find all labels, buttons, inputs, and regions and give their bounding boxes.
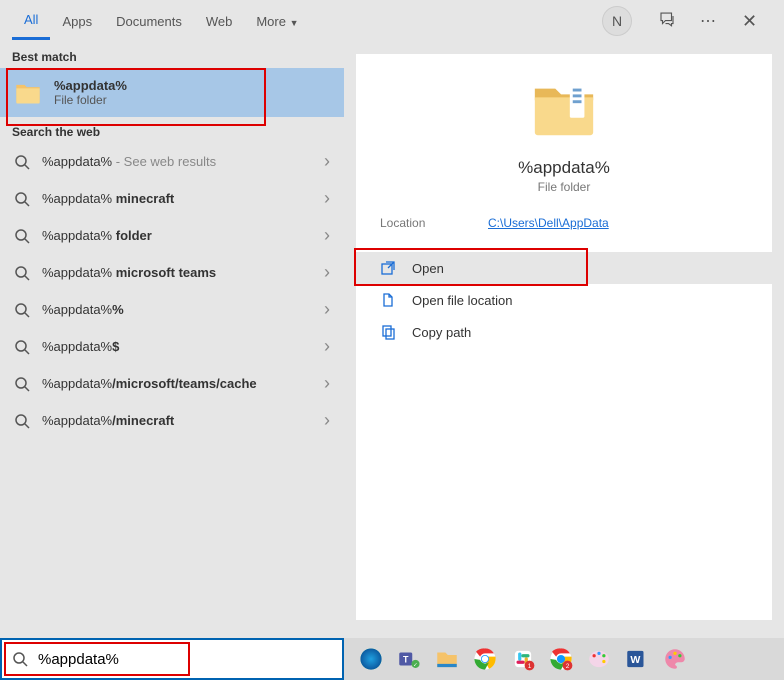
action-copy-path-label: Copy path (412, 325, 471, 340)
web-result-text: %appdata% minecraft (42, 191, 312, 206)
search-web-header: Search the web (0, 117, 344, 143)
action-copy-path[interactable]: Copy path (356, 316, 772, 348)
best-match-text: %appdata% File folder (54, 78, 127, 107)
search-input[interactable] (38, 651, 332, 668)
folder-icon-large (525, 74, 603, 144)
tab-web[interactable]: Web (194, 4, 245, 39)
web-result-5[interactable]: %appdata%$ › (0, 328, 344, 365)
tab-all[interactable]: All (12, 2, 50, 40)
svg-text:1: 1 (528, 663, 532, 670)
feedback-icon[interactable] (658, 10, 676, 33)
chevron-right-icon: › (324, 188, 330, 209)
tab-apps[interactable]: Apps (50, 4, 104, 39)
search-icon (14, 413, 30, 429)
word-icon[interactable]: W (622, 644, 652, 674)
preview-hero: %appdata% File folder (356, 54, 772, 194)
web-result-1[interactable]: %appdata% minecraft › (0, 180, 344, 217)
web-result-text: %appdata%$ (42, 339, 312, 354)
web-result-text: %appdata%/microsoft/teams/cache (42, 376, 312, 391)
chevron-down-icon: ▼ (290, 18, 299, 28)
action-open[interactable]: Open (356, 252, 772, 284)
best-match-title: %appdata% (54, 78, 127, 93)
web-result-2[interactable]: %appdata% folder › (0, 217, 344, 254)
web-result-7[interactable]: %appdata%/minecraft › (0, 402, 344, 439)
action-open-location[interactable]: Open file location (356, 284, 772, 316)
file-location-icon (380, 292, 396, 308)
best-match-result[interactable]: %appdata% File folder (0, 68, 344, 117)
more-icon[interactable]: ⋯ (700, 11, 718, 31)
main-content: Best match %appdata% File folder Search … (0, 42, 784, 624)
web-result-0[interactable]: %appdata% - See web results › (0, 143, 344, 180)
open-icon (380, 260, 396, 276)
chrome-notification-icon[interactable]: 2 (546, 644, 576, 674)
web-results-list: %appdata% - See web results›%appdata% mi… (0, 143, 344, 439)
taskbar: T✓ 1 2 W (0, 638, 784, 680)
best-match-subtitle: File folder (54, 93, 127, 107)
slack-icon[interactable]: 1 (508, 644, 538, 674)
tab-more[interactable]: More ▼ (244, 4, 310, 39)
chevron-right-icon: › (324, 262, 330, 283)
web-result-text: %appdata% microsoft teams (42, 265, 312, 280)
svg-text:W: W (630, 654, 640, 666)
paint-icon[interactable] (584, 644, 614, 674)
search-icon (14, 339, 30, 355)
taskbar-icons: T✓ 1 2 W (344, 638, 784, 680)
results-pane: Best match %appdata% File folder Search … (0, 42, 344, 624)
edge-icon[interactable] (356, 644, 386, 674)
tabs-row: All Apps Documents Web More ▼ N ⋯ ✕ (0, 0, 784, 42)
web-result-text: %appdata%/minecraft (42, 413, 312, 428)
preview-subtitle: File folder (538, 180, 591, 194)
web-result-6[interactable]: %appdata%/microsoft/teams/cache › (0, 365, 344, 402)
web-result-text: %appdata%% (42, 302, 312, 317)
folder-icon (14, 79, 42, 107)
search-icon (14, 376, 30, 392)
user-avatar[interactable]: N (602, 6, 632, 36)
location-value[interactable]: C:\Users\Dell\AppData (488, 216, 609, 230)
chevron-right-icon: › (324, 373, 330, 394)
best-match-header: Best match (0, 42, 344, 68)
preview-title: %appdata% (518, 158, 610, 178)
preview-pane: %appdata% File folder Location C:\Users\… (356, 54, 772, 620)
chevron-right-icon: › (324, 336, 330, 357)
svg-text:✓: ✓ (413, 662, 418, 668)
web-result-text: %appdata% folder (42, 228, 312, 243)
search-icon (14, 191, 30, 207)
search-box[interactable] (0, 638, 344, 680)
search-icon (14, 228, 30, 244)
web-result-4[interactable]: %appdata%% › (0, 291, 344, 328)
chevron-right-icon: › (324, 151, 330, 172)
web-result-3[interactable]: %appdata% microsoft teams › (0, 254, 344, 291)
palette-icon[interactable] (660, 644, 690, 674)
search-icon (14, 265, 30, 281)
chrome-icon[interactable] (470, 644, 500, 674)
action-open-label: Open (412, 261, 444, 276)
svg-text:2: 2 (566, 663, 570, 670)
location-label: Location (380, 216, 488, 230)
search-icon (14, 154, 30, 170)
location-row: Location C:\Users\Dell\AppData (356, 194, 772, 252)
action-open-location-label: Open file location (412, 293, 512, 308)
copy-icon (380, 324, 396, 340)
search-icon (14, 302, 30, 318)
explorer-icon[interactable] (432, 644, 462, 674)
svg-text:T: T (403, 654, 409, 664)
teams-icon[interactable]: T✓ (394, 644, 424, 674)
search-icon (12, 651, 28, 667)
chevron-right-icon: › (324, 225, 330, 246)
close-icon[interactable]: ✕ (742, 11, 760, 32)
chevron-right-icon: › (324, 410, 330, 431)
tab-documents[interactable]: Documents (104, 4, 194, 39)
web-result-text: %appdata% - See web results (42, 154, 312, 169)
chevron-right-icon: › (324, 299, 330, 320)
